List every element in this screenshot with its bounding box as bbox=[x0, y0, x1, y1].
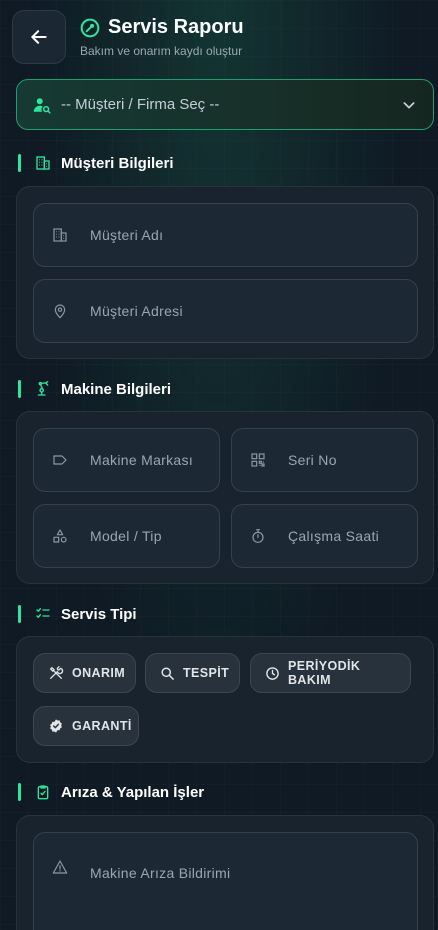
customer-select[interactable]: -- Müşteri / Firma Seç -- bbox=[16, 79, 434, 130]
back-button[interactable] bbox=[12, 10, 66, 64]
serial-number-field[interactable]: Seri No bbox=[231, 428, 418, 492]
user-search-icon bbox=[33, 96, 51, 114]
service-type-label: TESPİT bbox=[183, 666, 230, 680]
section-accent-bar bbox=[18, 154, 21, 172]
warning-triangle-icon bbox=[52, 859, 68, 875]
stopwatch-icon bbox=[250, 528, 266, 544]
building-icon bbox=[52, 227, 68, 243]
section-service-type: Servis Tipi bbox=[18, 603, 137, 625]
section-title: Makine Bilgileri bbox=[61, 380, 172, 398]
arrow-left-icon bbox=[29, 27, 49, 47]
customer-address-field[interactable]: Müşteri Adresi bbox=[33, 279, 418, 343]
tools-icon bbox=[48, 665, 64, 681]
clipboard-check-icon bbox=[35, 784, 51, 800]
map-pin-icon bbox=[52, 303, 68, 319]
model-type-placeholder: Model / Tip bbox=[90, 528, 162, 544]
qr-code-icon bbox=[250, 452, 266, 468]
section-accent-bar bbox=[18, 380, 21, 398]
tag-icon bbox=[52, 452, 68, 468]
working-hours-field[interactable]: Çalışma Saati bbox=[231, 504, 418, 568]
service-type-periodic-maintenance[interactable]: PERİYODİK BAKIM bbox=[250, 653, 411, 693]
serial-number-placeholder: Seri No bbox=[288, 452, 337, 468]
service-type-label: ONARIM bbox=[72, 666, 126, 680]
section-machine-info: Makine Bilgileri bbox=[18, 378, 171, 400]
section-customer-info: Müşteri Bilgileri bbox=[18, 152, 174, 174]
section-title: Arıza & Yapılan İşler bbox=[61, 783, 205, 801]
checklist-icon bbox=[35, 606, 51, 622]
chevron-down-icon bbox=[401, 97, 417, 113]
header: Servis Raporu Bakım ve onarım kaydı oluş… bbox=[12, 10, 426, 64]
page-subtitle: Bakım ve onarım kaydı oluştur bbox=[80, 44, 243, 58]
working-hours-placeholder: Çalışma Saati bbox=[288, 528, 380, 544]
service-type-repair[interactable]: ONARIM bbox=[33, 653, 136, 693]
customer-select-placeholder: -- Müşteri / Firma Seç -- bbox=[61, 96, 220, 113]
customer-address-placeholder: Müşteri Adresi bbox=[90, 303, 183, 319]
section-accent-bar bbox=[18, 605, 21, 623]
verified-badge-icon bbox=[48, 718, 64, 734]
search-icon bbox=[160, 666, 175, 681]
robot-arm-icon bbox=[35, 381, 51, 397]
fault-report-placeholder: Makine Arıza Bildirimi bbox=[90, 865, 231, 881]
service-type-warranty[interactable]: GARANTİ bbox=[33, 706, 139, 746]
customer-name-placeholder: Müşteri Adı bbox=[90, 227, 164, 243]
service-type-label: PERİYODİK BAKIM bbox=[288, 659, 361, 687]
section-fault-work: Arıza & Yapılan İşler bbox=[18, 781, 204, 803]
customer-name-field[interactable]: Müşteri Adı bbox=[33, 203, 418, 267]
section-title: Müşteri Bilgileri bbox=[61, 154, 174, 172]
page-title: Servis Raporu bbox=[108, 16, 244, 38]
shapes-icon bbox=[52, 528, 68, 544]
service-type-label: GARANTİ bbox=[72, 719, 132, 733]
wrench-badge-icon bbox=[80, 18, 100, 38]
fault-card: Makine Arıza Bildirimi bbox=[16, 815, 434, 930]
service-type-card: ONARIM TESPİT PERİYODİK BAKIM GARANTİ bbox=[16, 636, 434, 763]
section-title: Servis Tipi bbox=[61, 605, 137, 623]
machine-brand-placeholder: Makine Markası bbox=[90, 452, 194, 468]
clock-icon bbox=[265, 666, 280, 681]
building-icon bbox=[35, 155, 51, 171]
machine-brand-field[interactable]: Makine Markası bbox=[33, 428, 220, 492]
machine-info-card: Makine Markası Seri No Model / Tip Çalış… bbox=[16, 411, 434, 584]
fault-report-field[interactable]: Makine Arıza Bildirimi bbox=[33, 832, 418, 930]
section-accent-bar bbox=[18, 783, 21, 801]
model-type-field[interactable]: Model / Tip bbox=[33, 504, 220, 568]
customer-info-card: Müşteri Adı Müşteri Adresi bbox=[16, 186, 434, 359]
service-type-inspection[interactable]: TESPİT bbox=[145, 653, 240, 693]
